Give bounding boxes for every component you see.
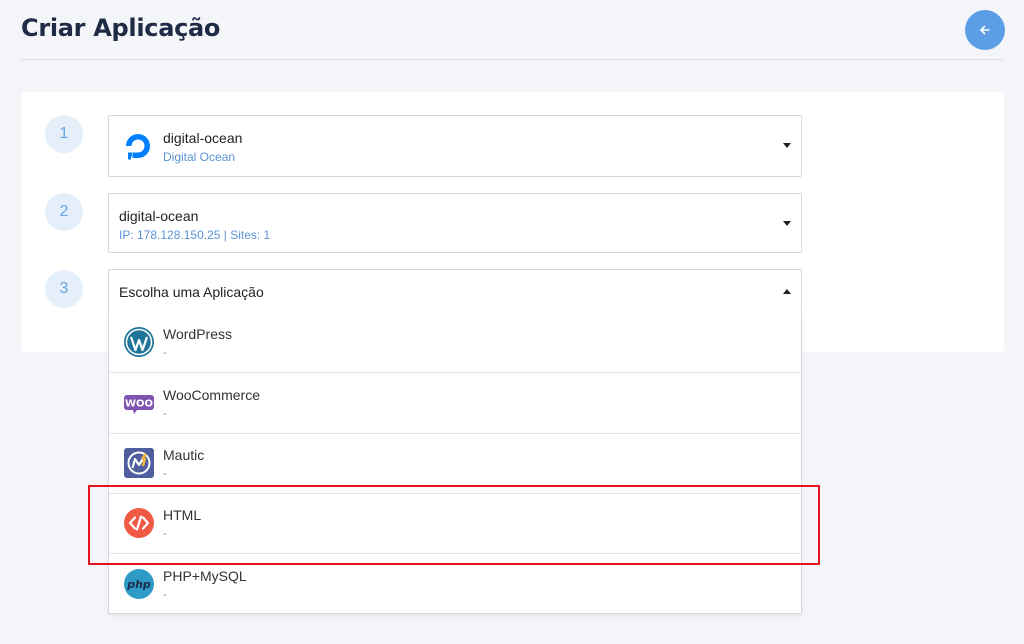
server-select-subtitle: IP: 178.128.150.25 | Sites: 1 xyxy=(119,228,271,242)
step-1-badge: 1 xyxy=(45,115,83,153)
option-description: - xyxy=(163,468,167,480)
option-description: - xyxy=(163,408,167,420)
application-select-placeholder: Escolha uma Aplicação xyxy=(119,284,264,300)
option-mautic[interactable]: Mautic - xyxy=(109,433,801,494)
wordpress-icon xyxy=(124,327,154,357)
svg-text:WOO: WOO xyxy=(125,399,153,410)
option-wordpress[interactable]: WordPress - xyxy=(109,312,801,373)
chevron-up-icon xyxy=(783,289,791,294)
option-php-mysql[interactable]: php PHP+MySQL - xyxy=(109,554,801,614)
option-name: Mautic xyxy=(163,447,205,463)
html-code-icon xyxy=(124,508,154,538)
provider-select-subtitle: Digital Ocean xyxy=(163,150,236,164)
option-description: - xyxy=(163,528,167,540)
woocommerce-icon: WOO xyxy=(124,395,154,414)
chevron-down-icon xyxy=(783,221,791,226)
mautic-icon xyxy=(124,448,154,478)
server-select-value: digital-ocean xyxy=(119,208,199,224)
arrow-left-icon xyxy=(980,25,990,35)
application-select[interactable]: Escolha uma Aplicação xyxy=(108,269,802,313)
provider-select-value: digital-ocean xyxy=(163,130,243,146)
option-name: WooCommerce xyxy=(163,387,260,403)
digital-ocean-icon xyxy=(126,134,150,160)
chevron-down-icon xyxy=(783,143,791,148)
option-name: PHP+MySQL xyxy=(163,568,247,584)
option-html[interactable]: HTML - xyxy=(109,493,801,554)
option-description: - xyxy=(163,347,167,359)
option-name: WordPress xyxy=(163,326,232,342)
step-2-badge: 2 xyxy=(45,193,83,231)
header-divider xyxy=(20,59,1004,60)
page-title: Criar Aplicação xyxy=(21,14,221,42)
server-select[interactable]: digital-ocean IP: 178.128.150.25 | Sites… xyxy=(108,193,802,253)
option-woocommerce[interactable]: WOO WooCommerce - xyxy=(109,373,801,434)
option-description: - xyxy=(163,589,167,601)
back-button[interactable] xyxy=(965,10,1005,50)
application-dropdown: WordPress - WOO WooCommerce - Mautic - H… xyxy=(108,312,802,614)
php-icon: php xyxy=(124,569,154,599)
step-3-badge: 3 xyxy=(45,270,83,308)
option-name: HTML xyxy=(163,507,202,523)
svg-text:php: php xyxy=(126,578,151,591)
provider-select[interactable]: digital-ocean Digital Ocean xyxy=(108,115,802,177)
